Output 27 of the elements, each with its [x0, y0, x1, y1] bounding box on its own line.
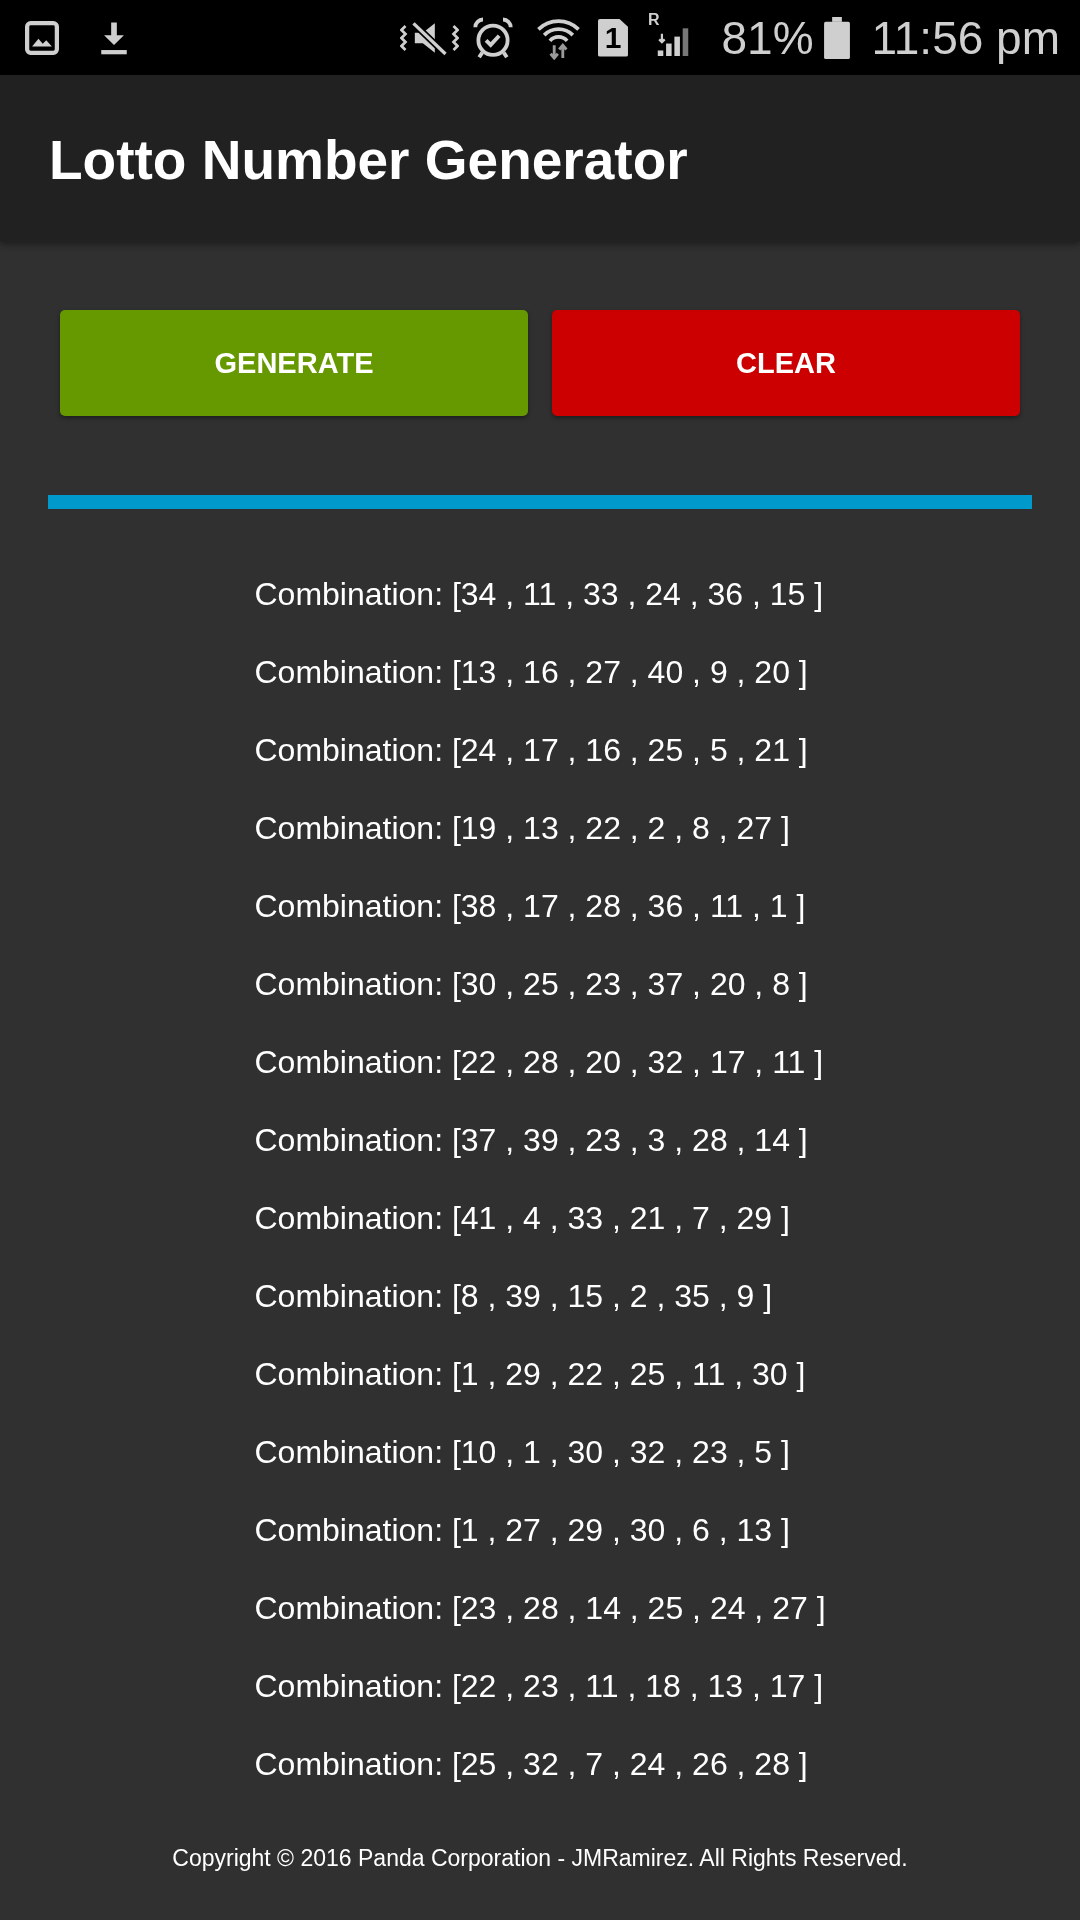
- combination-text: Combination: [22 , 28 , 20 , 32 , 17 , 11 ]: [254, 1043, 824, 1082]
- generate-button[interactable]: GENERATE: [60, 310, 528, 416]
- combination-text: Combination: [22 , 23 , 11 , 18 , 13 , 17 ]: [254, 1667, 824, 1706]
- combination-text: Combination: [23 , 28 , 14 , 25 , 24 , 27 ]: [254, 1589, 826, 1628]
- combination-text: Combination: [41 , 4 , 33 , 21 , 7 , 29 ]: [254, 1199, 790, 1238]
- combination-text: Combination: [34 , 11 , 33 , 24 , 36 , 15 ]: [254, 575, 824, 614]
- image-icon: [25, 20, 59, 55]
- combination-text: Combination: [24 , 17 , 16 , 25 , 5 , 21 ]: [254, 731, 808, 770]
- combination-text: Combination: [19 , 13 , 22 , 2 , 8 , 27 ]: [254, 809, 790, 848]
- battery-icon: [823, 16, 850, 59]
- combination-text: Combination: [8 , 39 , 15 , 2 , 35 , 9 ]: [254, 1277, 773, 1316]
- combination-text: Combination: [13 , 16 , 27 , 40 , 9 , 20 ]: [254, 653, 808, 692]
- battery-percent-text: 81%: [721, 14, 814, 61]
- sim-card-indicator: 1: [597, 18, 628, 57]
- alarm-clock-icon: [472, 16, 513, 59]
- roaming-indicator: R: [647, 12, 660, 28]
- combination-text: Combination: [1 , 27 , 29 , 30 , 6 , 13 ]: [254, 1511, 790, 1550]
- combination-text: Combination: [30 , 25 , 23 , 37 , 20 , 8 ]: [254, 965, 808, 1004]
- download-icon: [98, 20, 130, 55]
- app-title: Lotto Number Generator: [49, 129, 688, 188]
- combination-text: Combination: [1 , 29 , 22 , 25 , 11 , 30 ]: [254, 1355, 806, 1394]
- combination-text: Combination: [25 , 32 , 7 , 24 , 26 , 28 ]: [254, 1745, 808, 1784]
- combination-text: Combination: [10 , 1 , 30 , 32 , 23 , 5 ]: [254, 1433, 790, 1472]
- copyright-text: Copyright © 2016 Panda Corporation - JMRamirez. All Rights Reserved.: [172, 1844, 908, 1873]
- clear-button[interactable]: CLEAR: [552, 310, 1020, 416]
- combination-text: Combination: [37 , 39 , 23 , 3 , 28 , 14 ]: [254, 1121, 808, 1160]
- combination-text: Combination: [38 , 17 , 28 , 36 , 11 , 1 ]: [254, 887, 806, 926]
